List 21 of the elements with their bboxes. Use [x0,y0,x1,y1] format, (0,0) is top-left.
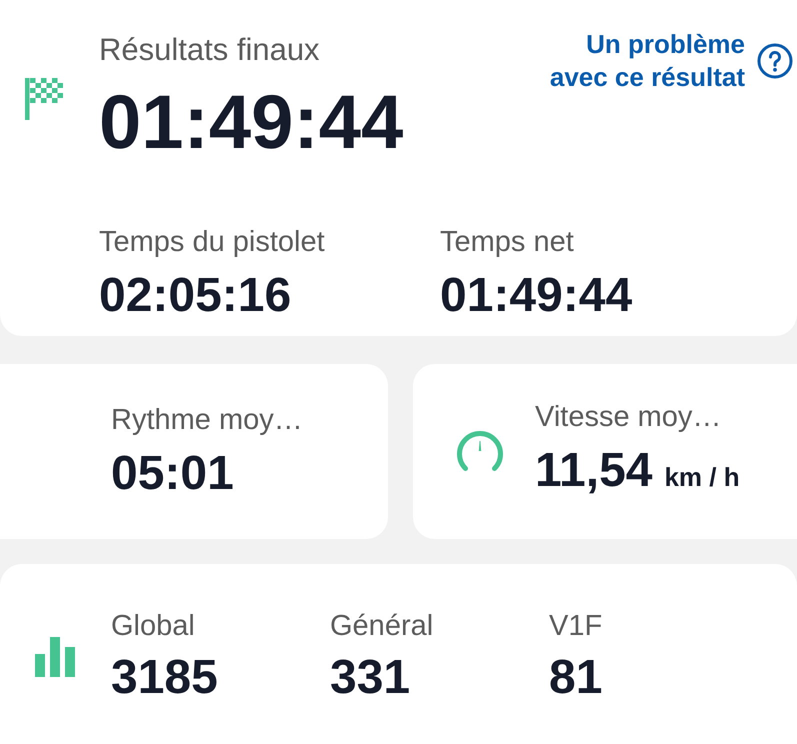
stat-unit: km / h [664,460,740,494]
rank-label: V1F [549,609,604,644]
time-value: 02:05:16 [99,269,292,323]
stat-label: Rythme moy… [111,402,303,437]
time-value: 01:49:44 [440,269,634,323]
rank-value: 81 [549,651,604,706]
rank-label: Global [111,609,196,644]
rank-value: 331 [330,651,412,706]
final-time: 01:49:44 [99,83,404,163]
rank-label: Général [330,609,434,644]
time-label: Temps net [440,225,575,259]
help-icon[interactable] [757,43,793,79]
time-label: Temps du pistolet [99,225,326,259]
report-problem-link[interactable]: Un problème avec ce résultat [531,28,745,94]
checkered-flag-icon [25,78,63,120]
results-title: Résultats finaux [99,32,321,68]
stat-value: 11,54 [535,444,652,498]
rank-value: 3185 [111,651,219,706]
bar-chart-icon [35,637,75,678]
stat-label: Vitesse moy… [535,400,722,434]
stat-value: 05:01 [111,446,235,501]
